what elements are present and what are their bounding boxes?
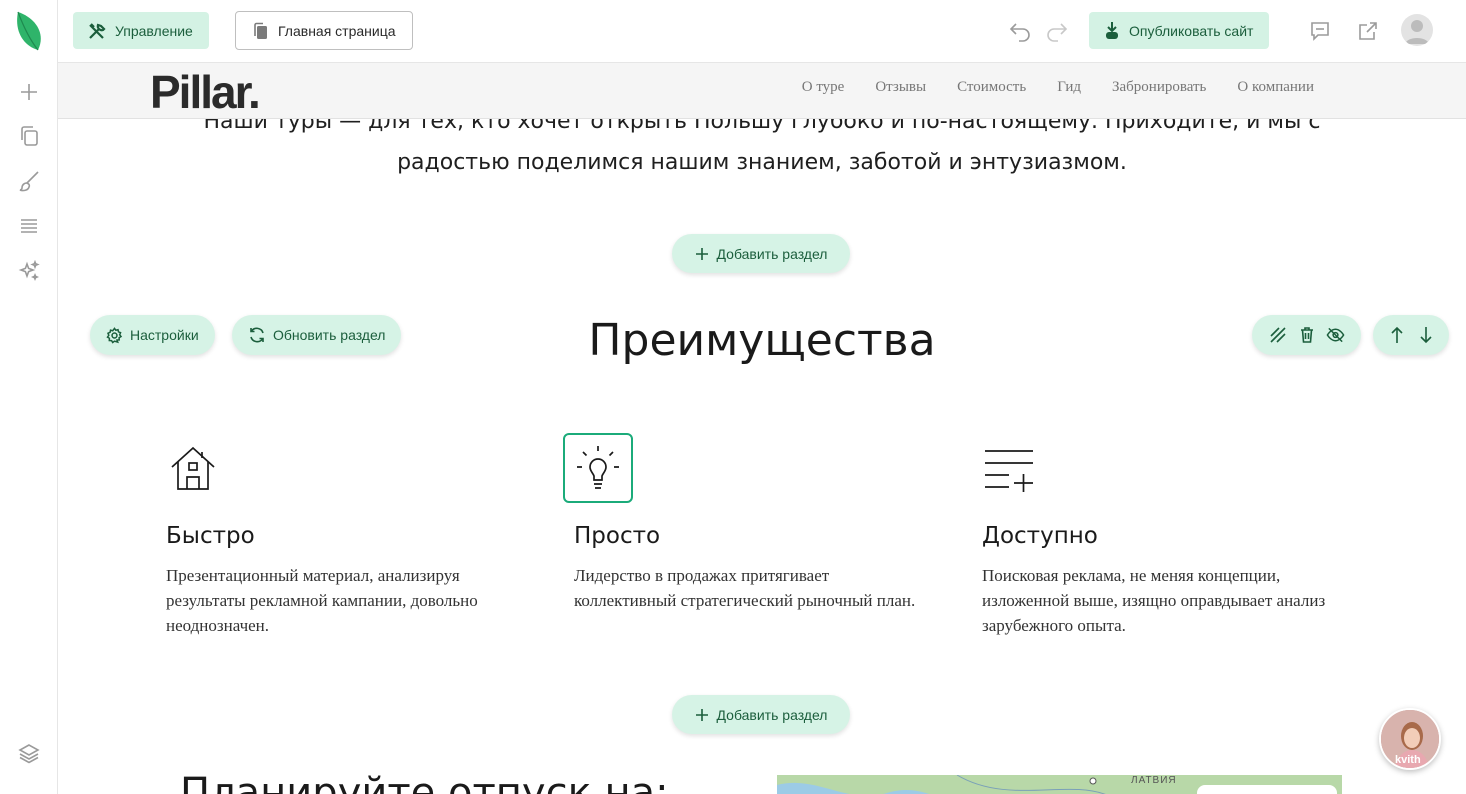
site-nav: О туре Отзывы Стоимость Гид Забронироват… [802,79,1314,96]
add-section-button[interactable]: Добавить раздел [672,234,850,273]
add-icon[interactable] [14,77,44,107]
feature-card: Быстро Презентационный материал, анализи… [166,433,526,638]
ai-sparkle-icon[interactable] [14,256,44,286]
add-section-button[interactable]: Добавить раздел [672,695,850,734]
sections-list-icon[interactable] [14,211,44,241]
next-section-heading: Планируйте отпуск на: [180,770,669,794]
map-preview[interactable]: ЛАТВИЯ [777,775,1342,794]
feature-text: Поисковая реклама, не меняя концепции, и… [982,566,1326,635]
map-country-label: ЛАТВИЯ [1131,775,1177,786]
feature-text: Презентационный материал, анализируя рез… [166,566,478,635]
feature-title: Быстро [166,523,255,549]
nav-link-guide[interactable]: Гид [1057,79,1081,96]
nav-link-price[interactable]: Стоимость [957,79,1026,96]
undo-icon[interactable] [1005,16,1035,46]
house-icon[interactable] [158,433,228,503]
publish-icon [1106,21,1118,39]
brush-icon[interactable] [14,166,44,196]
publish-label: Опубликовать сайт [1129,22,1254,39]
feature-card: Доступно Поисковая реклама, не меняя кон… [982,433,1342,638]
feature-card: Просто Лидерство в продажах притягивает … [563,433,934,613]
current-page-label: Главная страница [278,22,396,39]
pages-icon[interactable] [14,121,44,151]
feature-text: Лидерство в продажах притягивает коллект… [574,566,916,610]
site-header: Pillar. О туре Отзывы Стоимость Гид Забр… [58,63,1466,119]
open-external-icon[interactable] [1353,16,1383,46]
leaf-logo-icon[interactable] [13,10,45,52]
feature-title: Доступно [982,523,1098,549]
feature-title: Просто [574,523,661,549]
plus-icon [695,708,708,721]
site-logo[interactable]: Pillar. [150,65,261,119]
intro-line-2: радостью поделимся нашим знанием, забото… [397,150,1127,175]
manage-button[interactable]: Управление [73,12,209,49]
nav-link-tour[interactable]: О туре [802,79,845,96]
support-chat-avatar[interactable]: kvith [1379,708,1441,770]
pages-icon [254,22,267,39]
comments-icon[interactable] [1305,16,1335,46]
user-avatar[interactable] [1401,14,1433,46]
publish-site-button[interactable]: Опубликовать сайт [1089,12,1270,49]
section-title: Преимущества [588,315,936,366]
editor-app: Управление Главная страница Опубликовать… [0,0,1466,794]
editor-toolbar: Управление Главная страница Опубликовать… [58,0,1466,63]
nav-link-reviews[interactable]: Отзывы [875,79,926,96]
lightbulb-icon[interactable] [563,433,633,503]
page-canvas: Наши туры — для тех, кто хочет открыть П… [58,119,1466,794]
chat-avatar-label: kvith [1395,754,1421,766]
left-sidebar [0,0,58,794]
intro-text: Наши туры — для тех, кто хочет открыть П… [58,119,1466,183]
intro-line-1: Наши туры — для тех, кто хочет открыть П… [203,119,1321,134]
add-section-label: Добавить раздел [716,245,828,262]
redo-icon[interactable] [1042,16,1072,46]
manage-label: Управление [115,22,193,39]
nav-link-company[interactable]: О компании [1237,79,1314,96]
layers-icon[interactable] [14,738,44,768]
plus-icon [695,247,708,260]
list-add-icon[interactable] [974,433,1044,503]
add-section-label: Добавить раздел [716,706,828,723]
nav-link-book[interactable]: Забронировать [1112,79,1206,96]
current-page-button[interactable]: Главная страница [235,11,413,50]
tools-icon [89,22,106,39]
